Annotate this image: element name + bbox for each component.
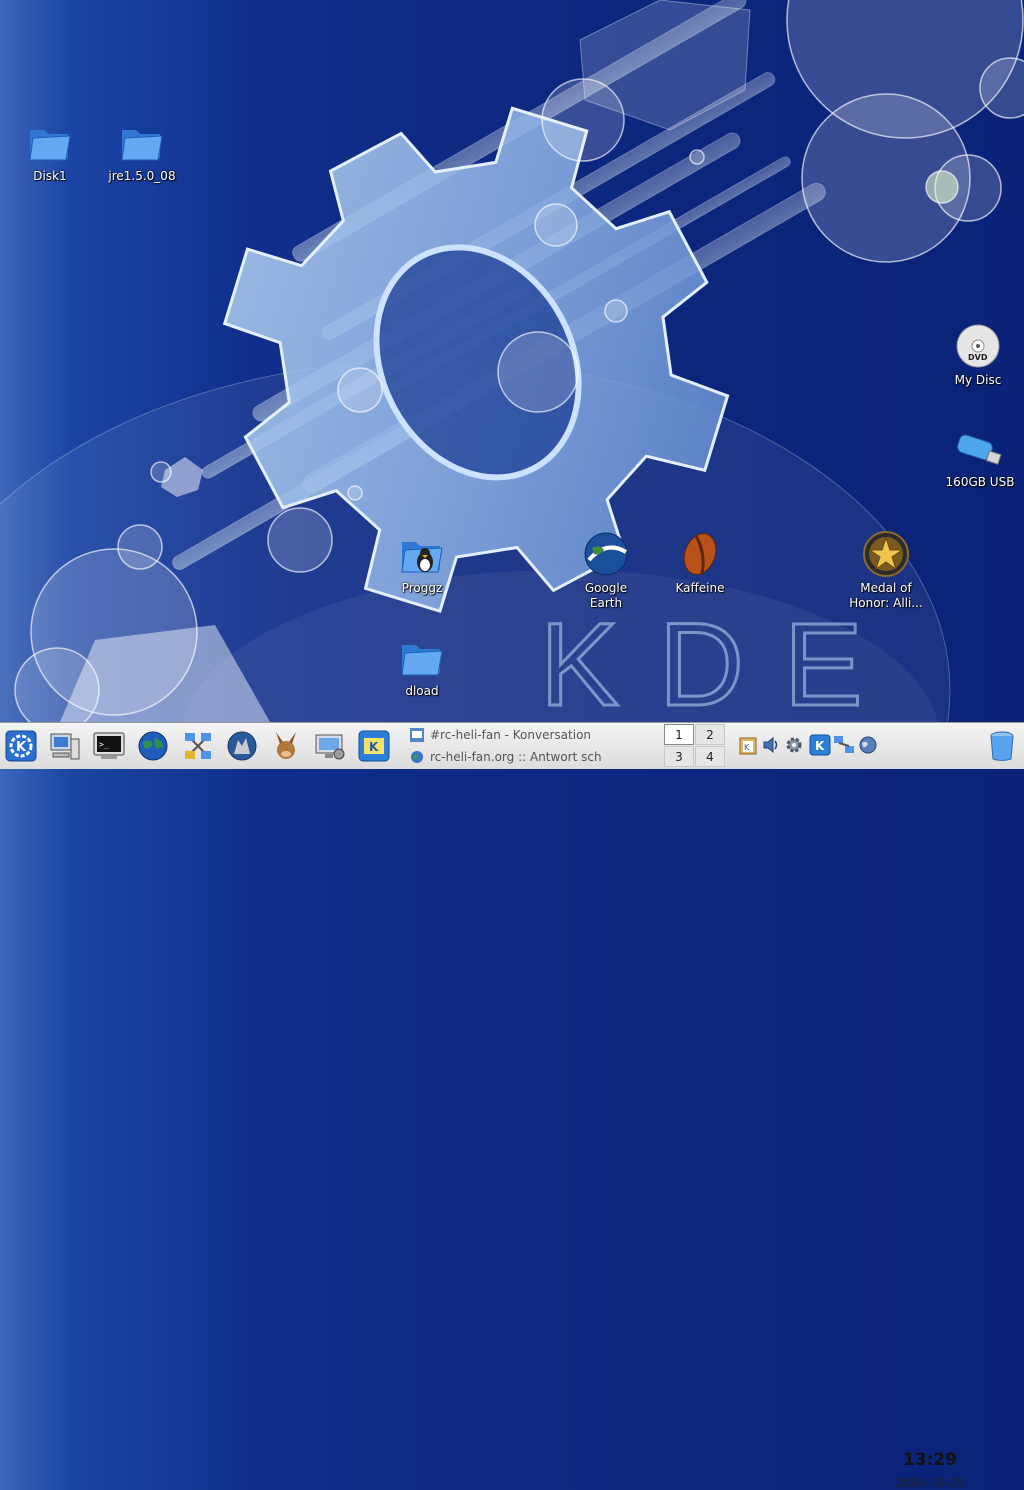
desktop-icon-jre[interactable]: jre1.5.0_08 bbox=[92, 118, 192, 184]
folder-icon bbox=[401, 645, 443, 676]
kde-menu-button[interactable]: K bbox=[4, 728, 38, 764]
taskbar: K >_ K #rc-heli-fan - Konversation rc-he… bbox=[0, 722, 1024, 1490]
desktop-icon-label: Proggz bbox=[401, 581, 443, 595]
kde-logo-icon: K bbox=[5, 730, 37, 762]
volume-tray[interactable] bbox=[761, 733, 783, 757]
label-line-2: Honor: Alli... bbox=[849, 596, 923, 610]
monitor-settings-icon bbox=[315, 734, 345, 760]
gear-icon bbox=[786, 737, 802, 753]
settings-tray[interactable] bbox=[783, 733, 805, 757]
globe-icon bbox=[138, 731, 168, 761]
terminal-launcher-button[interactable]: >_ bbox=[92, 728, 126, 764]
network-icon bbox=[185, 733, 211, 759]
label-line-1: Medal of bbox=[860, 581, 912, 595]
pager-desktop-1[interactable]: 1 bbox=[664, 724, 694, 745]
svg-text:K: K bbox=[744, 743, 750, 752]
network-tray[interactable] bbox=[833, 733, 855, 757]
amule-launcher-button[interactable] bbox=[269, 728, 303, 764]
desktop-pager: 1 2 3 4 bbox=[664, 724, 726, 768]
browser-launcher-button[interactable] bbox=[136, 728, 170, 764]
desktop-icon-proggz[interactable]: Proggz bbox=[372, 530, 472, 596]
label-line-2: Earth bbox=[589, 596, 623, 610]
folder-tux-icon bbox=[401, 542, 443, 573]
folder-icon bbox=[121, 130, 163, 161]
desktop-icon-label: jre1.5.0_08 bbox=[108, 169, 176, 183]
pager-desktop-3[interactable]: 3 bbox=[664, 746, 694, 767]
desktop-icon-disk1[interactable]: Disk1 bbox=[0, 118, 100, 184]
task-browser[interactable]: rc-heli-fan.org :: Antwort sch bbox=[410, 747, 610, 767]
desktop-icon-dload[interactable]: dload bbox=[372, 633, 472, 699]
svg-text:K: K bbox=[815, 739, 825, 753]
desktop-icon-my-disc[interactable]: DVD My Disc bbox=[928, 322, 1024, 388]
kaffeine-icon bbox=[683, 533, 717, 575]
svg-text:K: K bbox=[16, 740, 27, 755]
pager-desktop-2[interactable]: 2 bbox=[695, 724, 725, 745]
desktop-icon-label: My Disc bbox=[954, 373, 1002, 387]
terminal-icon: >_ bbox=[93, 732, 125, 759]
pager-desktop-4[interactable]: 4 bbox=[695, 746, 725, 767]
network-launcher-button[interactable] bbox=[181, 728, 215, 764]
donkey-icon bbox=[276, 732, 296, 759]
task-label: #rc-heli-fan - Konversation bbox=[430, 728, 592, 742]
system-launcher-button[interactable] bbox=[48, 728, 82, 764]
dvd-icon: DVD bbox=[956, 324, 1000, 368]
folder-icon bbox=[29, 130, 71, 161]
desktop-launcher-button[interactable] bbox=[313, 728, 347, 764]
speaker-icon bbox=[763, 736, 778, 754]
svg-text:DVD: DVD bbox=[968, 353, 988, 362]
desktop-icon-label: Google Earth bbox=[556, 581, 656, 611]
kde-tray[interactable]: K bbox=[809, 733, 831, 757]
usb-drive-icon bbox=[957, 434, 1002, 465]
desktop-icon-label: Kaffeine bbox=[675, 581, 725, 595]
desktop-icon-usb[interactable]: 160GB USB bbox=[930, 424, 1024, 490]
google-earth-icon bbox=[584, 532, 628, 576]
desktop-icon-medal-of-honor[interactable]: Medal of Honor: Alli... bbox=[836, 530, 936, 611]
wallpaper-kde-text: KDE bbox=[540, 599, 903, 722]
svg-text:>_: >_ bbox=[99, 740, 109, 749]
task-konversation[interactable]: #rc-heli-fan - Konversation bbox=[410, 725, 610, 745]
klipper-tray[interactable]: K bbox=[737, 733, 759, 757]
desktop-icon-google-earth[interactable]: Google Earth bbox=[556, 530, 656, 611]
medal-of-honor-icon bbox=[863, 531, 909, 577]
kde-wallpaper: KDE bbox=[0, 0, 1024, 722]
desktop-icon-kaffeine[interactable]: Kaffeine bbox=[650, 530, 750, 596]
label-line-1: Google bbox=[584, 581, 628, 595]
k-app-icon: K bbox=[809, 734, 831, 756]
clipboard-icon: K bbox=[739, 737, 757, 755]
desktop-icon-label: Disk1 bbox=[33, 169, 67, 183]
svg-text:K: K bbox=[369, 740, 379, 754]
desktop-icon-label: dload bbox=[405, 684, 439, 698]
globe-icon bbox=[859, 736, 877, 754]
desktop-icon-label: 160GB USB bbox=[945, 475, 1015, 489]
web-browser-icon bbox=[411, 751, 423, 763]
konversation-icon bbox=[410, 728, 424, 742]
desktop[interactable]: KDE Disk1 jre1.5.0_08 DVD My Disc 160GB … bbox=[0, 0, 1024, 722]
network-icon bbox=[834, 736, 854, 753]
computer-icon bbox=[50, 733, 80, 760]
clock-date[interactable]: 2006-08-25 bbox=[880, 1476, 980, 1490]
trash-button[interactable] bbox=[985, 728, 1019, 764]
wolf-icon bbox=[227, 731, 257, 761]
wolf-launcher-button[interactable] bbox=[225, 728, 259, 764]
task-label: rc-heli-fan.org :: Antwort sch bbox=[430, 750, 602, 764]
trash-icon bbox=[990, 731, 1014, 761]
k-app-icon: K bbox=[358, 730, 390, 762]
globe-tray[interactable] bbox=[857, 733, 879, 757]
kontact-launcher-button[interactable]: K bbox=[357, 728, 391, 764]
desktop-icon-label: Medal of Honor: Alli... bbox=[836, 581, 936, 611]
clock-time[interactable]: 13:29 bbox=[880, 1450, 980, 1470]
